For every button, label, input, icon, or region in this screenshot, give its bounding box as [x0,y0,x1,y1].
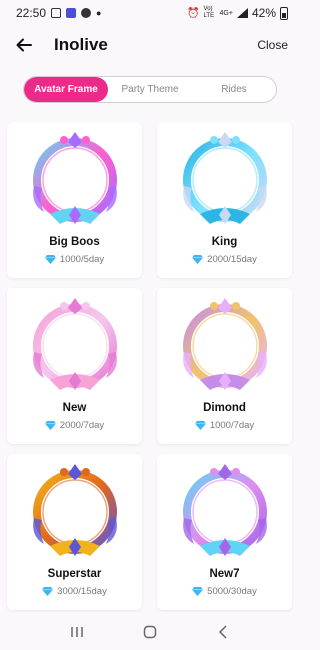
frame-name: Big Boos [49,236,100,248]
back-nav-icon [219,625,227,639]
alarm-icon: ⏰ [187,7,200,19]
status-left: 22:50 ● [16,6,101,20]
frame-price: 1000/7day [194,420,255,431]
more-notifications-icon: ● [96,8,102,18]
diamond-icon [194,421,206,430]
tab-avatar-frame[interactable]: Avatar Frame [24,77,108,102]
network-label: Vo) LTE [203,6,215,19]
item-grid: Big Boos 1000/5day King 2000/15day New 2000/7… [7,122,293,610]
tab-rides[interactable]: Rides [192,77,276,102]
signal-label: 4G+ [219,9,233,17]
battery-icon [280,6,288,20]
recents-button[interactable] [66,621,88,643]
recents-icon [70,627,83,637]
frame-name: King [211,236,238,248]
avatar-frame-image [32,464,117,556]
avatar-frame-image [182,132,267,224]
status-time: 22:50 [16,6,47,20]
gallery-notification-icon [51,8,62,18]
avatar-frame-image [32,298,117,390]
diamond-icon [42,587,54,596]
price-text: 2000/15day [207,254,257,265]
price-text: 3000/15day [57,586,107,597]
app-bar: Inolive Close [0,26,300,64]
frame-price: 5000/30day [192,586,257,597]
signal-icon [236,8,248,18]
status-right: ⏰ Vo) LTE 4G+ 42% [187,6,288,20]
avatar-frame-image [32,132,117,224]
diamond-icon [44,255,56,264]
back-button[interactable] [12,33,36,57]
status-bar: 22:50 ● ⏰ Vo) LTE 4G+ 42% [0,0,300,26]
chat-notification-icon [81,8,92,18]
price-text: 1000/5day [59,254,105,265]
price-text: 2000/7day [59,420,105,431]
frame-price: 3000/15day [42,586,107,597]
arrow-left-icon [16,38,32,52]
frame-name: New [62,402,87,414]
frame-card[interactable]: New 2000/7day [7,288,142,444]
frame-card[interactable]: Dimond 1000/7day [157,288,292,444]
diamond-icon [44,421,56,430]
battery-percent: 42% [251,6,276,20]
diamond-icon [192,587,204,596]
avatar-frame-image [182,298,267,390]
frame-card[interactable]: King 2000/15day [157,122,292,278]
price-text: 1000/7day [209,420,255,431]
price-text: 5000/30day [207,586,257,597]
frame-name: Dimond [203,402,246,414]
page-title: Inolive [54,35,108,54]
frame-name: Superstar [47,568,102,580]
tab-party-theme[interactable]: Party Theme [108,77,192,102]
frame-card[interactable]: Superstar 3000/15day [7,454,142,610]
home-icon [143,625,157,639]
category-tabs: Avatar Frame Party Theme Rides [23,76,277,103]
app-notification-icon [66,8,77,18]
diamond-icon [192,255,204,264]
frame-price: 2000/15day [192,254,257,265]
frame-price: 1000/5day [44,254,105,265]
frame-price: 2000/7day [44,420,105,431]
frame-card[interactable]: Big Boos 1000/5day [7,122,142,278]
frame-card[interactable]: New7 5000/30day [157,454,292,610]
frame-name: New7 [209,568,240,580]
back-nav-button[interactable] [212,621,234,643]
home-button[interactable] [139,621,161,643]
close-button[interactable]: Close [257,38,288,52]
system-nav-bar [0,614,300,650]
avatar-frame-image [182,464,267,556]
